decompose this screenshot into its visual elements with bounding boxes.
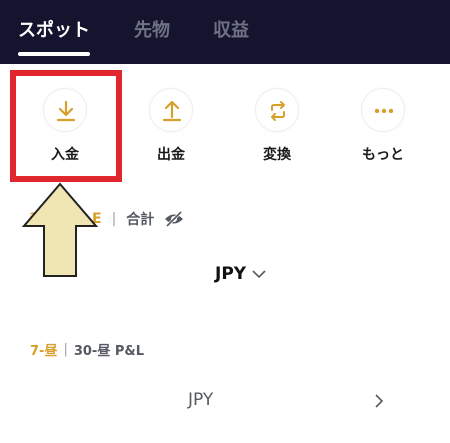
period-divider: | [63,341,68,357]
tab-spot[interactable]: スポット [18,19,90,43]
currency-select[interactable]: JPY [215,263,266,285]
tab-earn[interactable]: 収益 [213,19,249,43]
period-30-day[interactable]: 30-昼 P&L [74,340,144,359]
pnl-currency: JPY [188,390,214,410]
chevron-right-icon[interactable] [374,393,384,409]
pointer-arrow-icon [22,182,98,277]
withdraw-icon-circle [149,88,193,132]
convert-icon-circle [255,88,299,132]
pnl-period-selector: 7-昼 | 30-昼 P&L [30,339,144,359]
tab-futures[interactable]: 先物 [134,19,170,43]
more-dots-icon [374,108,394,114]
divider: | [111,211,117,227]
chevron-down-icon [252,270,266,279]
withdraw-upload-icon [162,100,182,122]
period-7-day[interactable]: 7-昼 [30,340,57,359]
total-label: 合計 [126,212,155,228]
more-label: もっと [362,147,404,163]
convert-arrows-icon [271,101,285,121]
active-tab-indicator [18,52,90,56]
convert-button[interactable]: 変換 [237,88,317,168]
eye-hidden-icon[interactable] [164,211,184,227]
currency-value: JPY [215,264,247,284]
withdraw-button[interactable]: 出金 [131,88,211,168]
more-button[interactable]: もっと [343,88,423,168]
more-icon-circle [361,88,405,132]
highlight-box [10,70,122,182]
withdraw-label: 出金 [157,147,185,163]
convert-label: 変換 [263,147,291,163]
top-tab-bar: スポット 先物 収益 [0,0,450,64]
